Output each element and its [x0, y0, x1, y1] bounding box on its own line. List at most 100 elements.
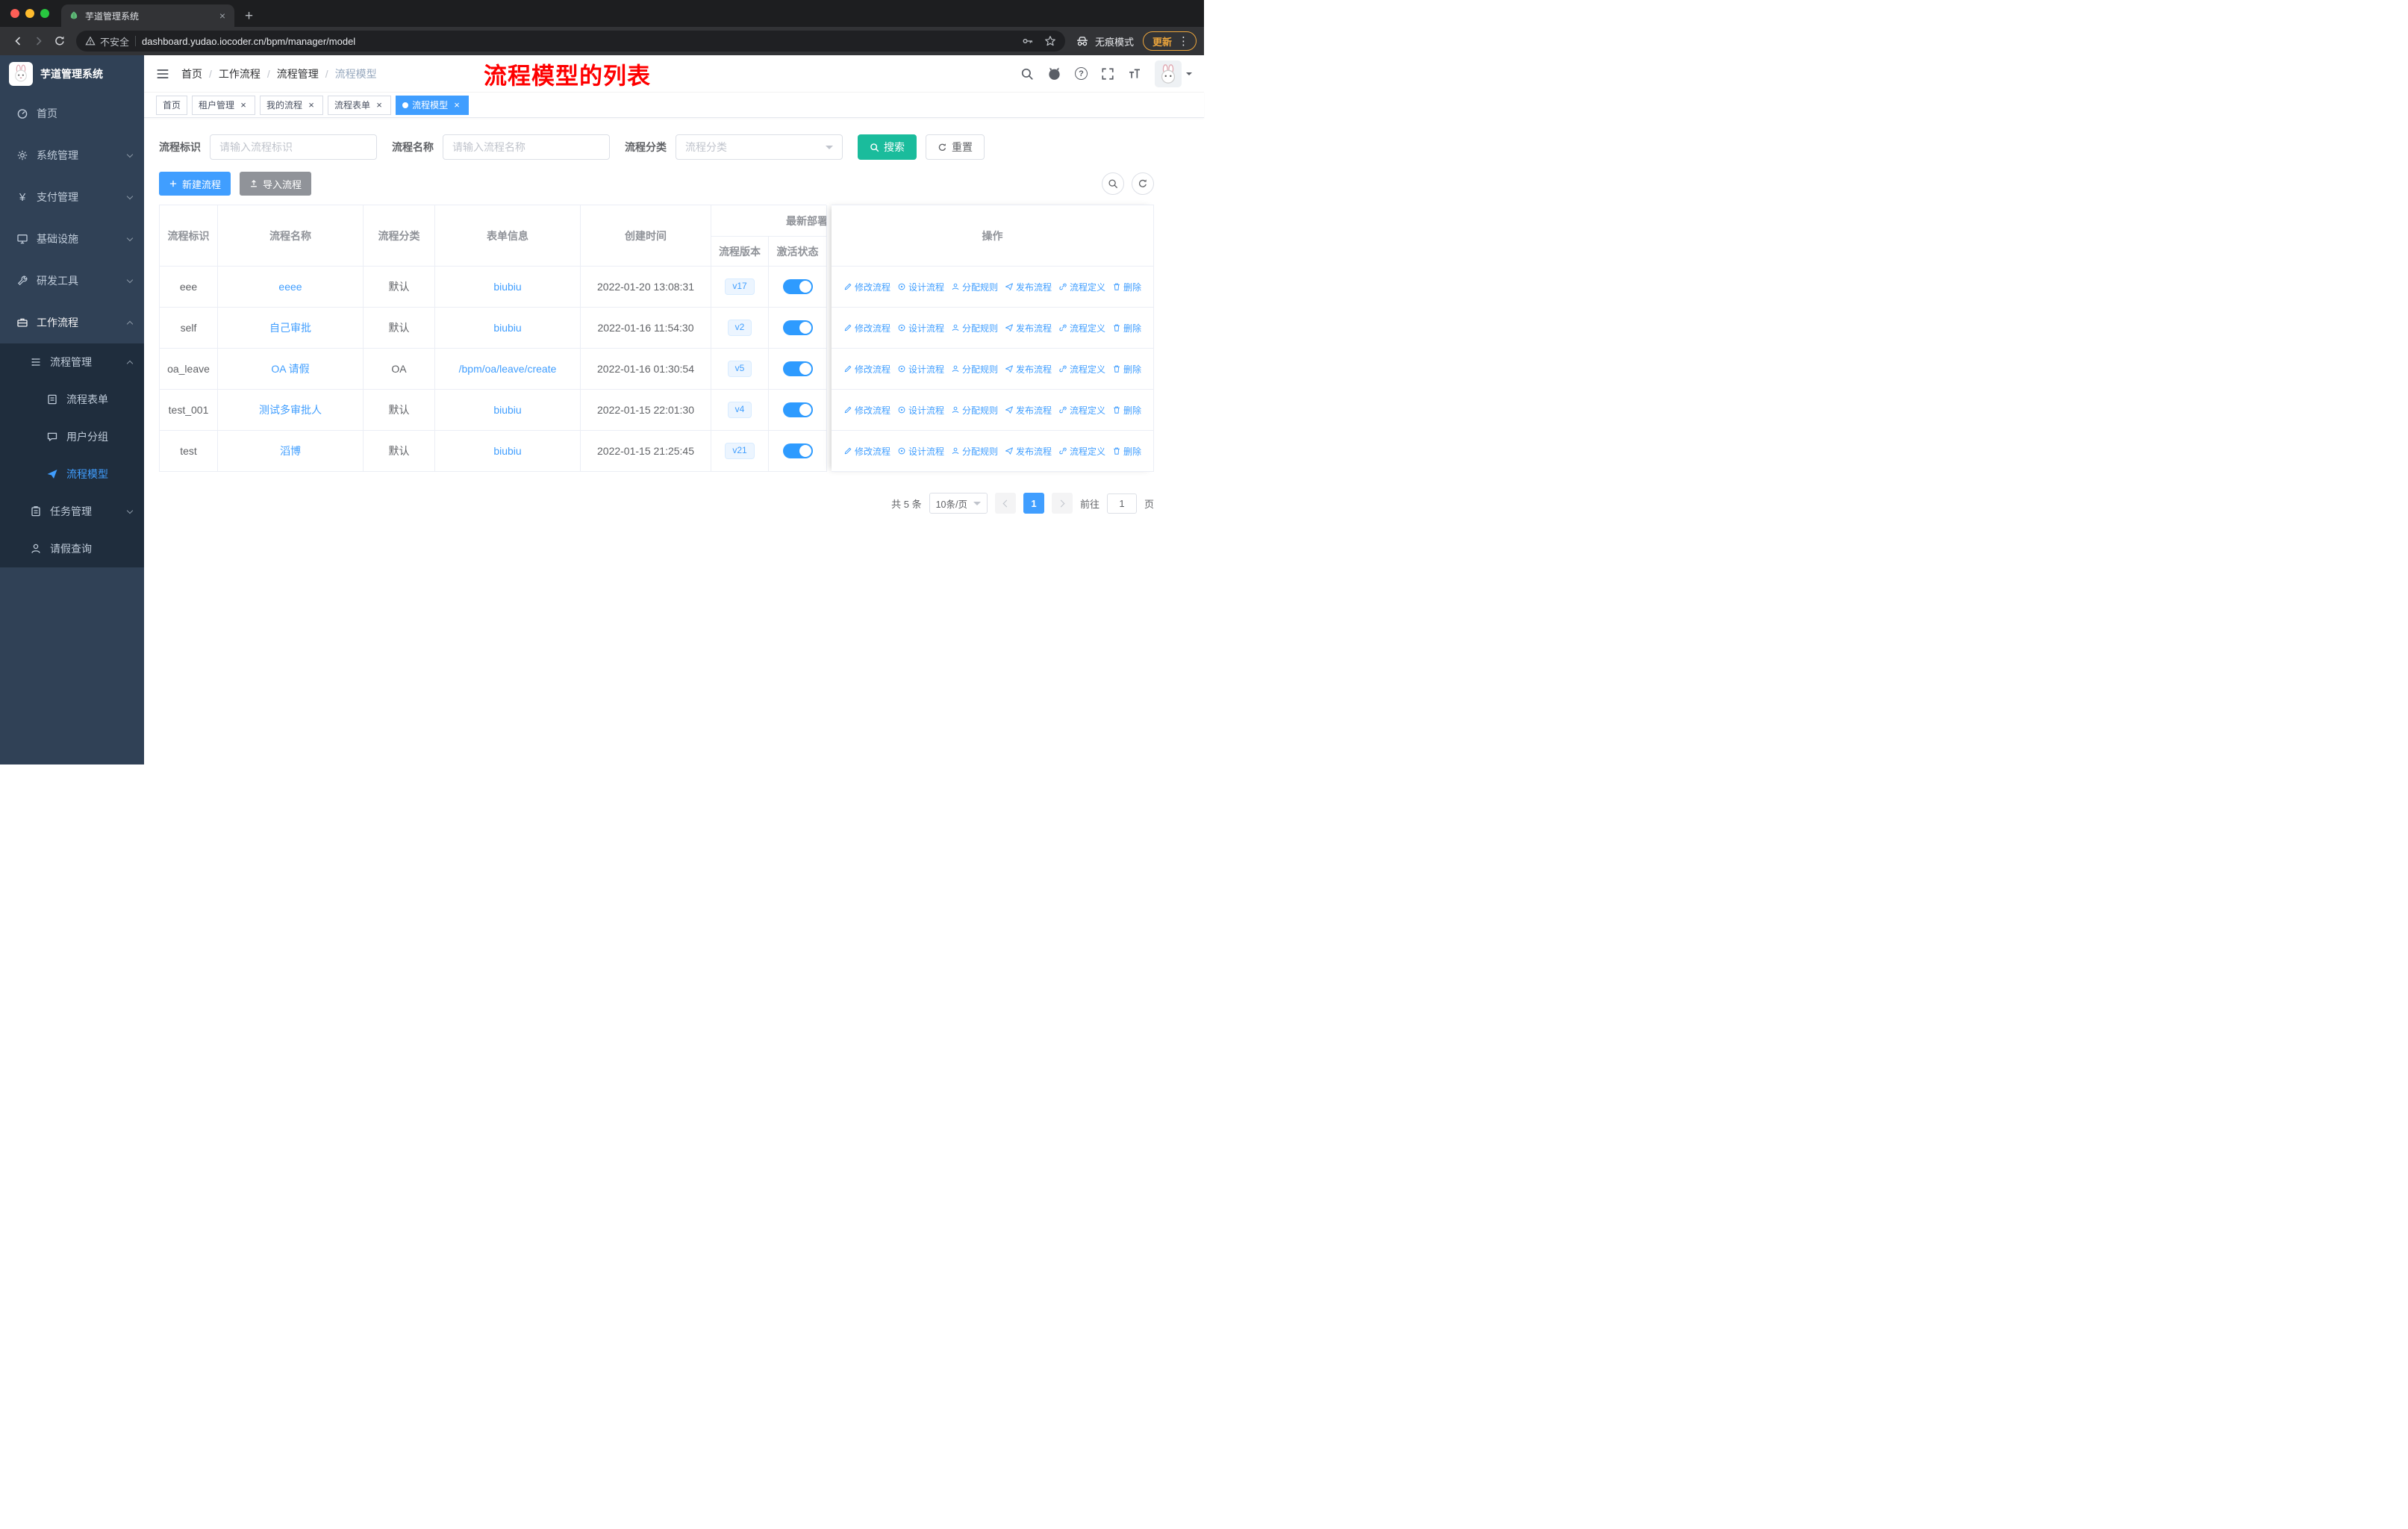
action-assign-rule[interactable]: 分配规则 [951, 322, 998, 334]
active-toggle[interactable] [782, 361, 813, 376]
action-delete[interactable]: 删除 [1112, 281, 1141, 293]
breadcrumb-item[interactable]: 工作流程 [219, 66, 261, 81]
close-window-button[interactable] [10, 9, 19, 18]
browser-tab[interactable]: 芋道管理系统 × [61, 4, 234, 27]
update-button[interactable]: 更新 ⋮ [1142, 31, 1197, 51]
page-number-1[interactable]: 1 [1023, 493, 1044, 514]
minimize-window-button[interactable] [25, 9, 34, 18]
sidebar-item-devtools[interactable]: 研发工具 [0, 260, 144, 302]
sidebar-item-workflow[interactable]: 工作流程 [0, 302, 144, 343]
refresh-table-button[interactable] [1132, 172, 1154, 195]
page-size-select[interactable]: 10条/页 [929, 493, 988, 514]
import-process-button[interactable]: 导入流程 [240, 172, 312, 196]
github-icon[interactable] [1047, 66, 1061, 81]
user-menu[interactable] [1155, 60, 1192, 87]
action-edit-process[interactable]: 修改流程 [843, 322, 890, 334]
next-page-button[interactable] [1051, 493, 1073, 514]
avatar[interactable] [1155, 60, 1182, 87]
tag-tenant[interactable]: 租户管理 × [192, 95, 256, 115]
action-edit-process[interactable]: 修改流程 [843, 404, 890, 417]
action-edit-process[interactable]: 修改流程 [843, 445, 890, 458]
tag-close-icon[interactable]: × [238, 100, 249, 110]
active-toggle[interactable] [782, 279, 813, 294]
sidebar-item-infra[interactable]: 基础设施 [0, 218, 144, 260]
process-name-input[interactable] [443, 134, 610, 160]
fullscreen-icon[interactable] [1101, 67, 1114, 81]
reload-button[interactable] [49, 31, 70, 52]
back-button[interactable] [7, 31, 28, 52]
font-size-icon[interactable] [1128, 67, 1141, 81]
action-process-definition[interactable]: 流程定义 [1058, 322, 1105, 334]
search-icon[interactable] [1020, 67, 1034, 81]
action-design-process[interactable]: 设计流程 [897, 281, 944, 293]
sidebar-item-user-group[interactable]: 用户分组 [0, 418, 144, 455]
tag-close-icon[interactable]: × [452, 100, 462, 110]
action-process-definition[interactable]: 流程定义 [1058, 445, 1105, 458]
tag-close-icon[interactable]: × [306, 100, 316, 110]
security-chip[interactable]: 不安全 [85, 34, 129, 49]
action-delete[interactable]: 删除 [1112, 322, 1141, 334]
bookmark-star-icon[interactable] [1044, 35, 1056, 47]
sidebar-item-process-form[interactable]: 流程表单 [0, 381, 144, 418]
action-edit-process[interactable]: 修改流程 [843, 281, 890, 293]
create-process-button[interactable]: 新建流程 [159, 172, 231, 196]
action-design-process[interactable]: 设计流程 [897, 445, 944, 458]
cell-form-info-link[interactable]: biubiu [435, 308, 581, 349]
sidebar-item-process-model[interactable]: 流程模型 [0, 455, 144, 493]
sidebar-logo[interactable]: 芋道管理系统 [0, 55, 144, 93]
action-delete[interactable]: 删除 [1112, 363, 1141, 376]
cell-process-name-link[interactable]: 自己审批 [218, 308, 364, 349]
maximize-window-button[interactable] [40, 9, 49, 18]
reset-button[interactable]: 重置 [926, 134, 985, 160]
cell-form-info-link[interactable]: biubiu [435, 390, 581, 431]
browser-menu-icon[interactable]: ⋮ [1176, 34, 1191, 48]
action-design-process[interactable]: 设计流程 [897, 322, 944, 334]
toggle-search-button[interactable] [1102, 172, 1124, 195]
tag-process-model[interactable]: 流程模型 × [396, 95, 470, 115]
tab-close-icon[interactable]: × [218, 10, 227, 21]
action-publish-process[interactable]: 发布流程 [1005, 404, 1052, 417]
tag-my-process[interactable]: 我的流程 × [260, 95, 324, 115]
sidebar-item-process-mgmt[interactable]: 流程管理 [0, 343, 144, 381]
cell-process-name-link[interactable]: 测试多审批人 [218, 390, 364, 431]
cell-form-info-link[interactable]: /bpm/oa/leave/create [435, 349, 581, 390]
tag-process-form[interactable]: 流程表单 × [328, 95, 392, 115]
action-process-definition[interactable]: 流程定义 [1058, 363, 1105, 376]
search-button[interactable]: 搜索 [858, 134, 917, 160]
action-assign-rule[interactable]: 分配规则 [951, 445, 998, 458]
new-tab-button[interactable]: + [245, 9, 253, 23]
breadcrumb-item[interactable]: 首页 [181, 66, 202, 81]
sidebar-item-system[interactable]: 系统管理 [0, 134, 144, 176]
tag-home[interactable]: 首页 [156, 95, 188, 115]
address-bar[interactable]: 不安全 dashboard.yudao.iocoder.cn/bpm/manag… [76, 31, 1065, 52]
active-toggle[interactable] [782, 402, 813, 417]
cell-process-name-link[interactable]: OA 请假 [218, 349, 364, 390]
action-publish-process[interactable]: 发布流程 [1005, 322, 1052, 334]
cell-process-name-link[interactable]: 滔博 [218, 431, 364, 472]
password-key-icon[interactable] [1022, 35, 1034, 47]
hamburger-icon[interactable] [156, 67, 169, 81]
breadcrumb-item[interactable]: 流程管理 [277, 66, 319, 81]
action-publish-process[interactable]: 发布流程 [1005, 363, 1052, 376]
help-icon[interactable]: ? [1075, 67, 1088, 80]
action-publish-process[interactable]: 发布流程 [1005, 445, 1052, 458]
sidebar-item-task-mgmt[interactable]: 任务管理 [0, 493, 144, 530]
cell-process-name-link[interactable]: eeee [218, 267, 364, 308]
sidebar-item-payment[interactable]: ¥ 支付管理 [0, 176, 144, 218]
goto-page-input[interactable] [1106, 493, 1137, 514]
process-key-input[interactable] [210, 134, 377, 160]
action-process-definition[interactable]: 流程定义 [1058, 404, 1105, 417]
cell-form-info-link[interactable]: biubiu [435, 267, 581, 308]
action-assign-rule[interactable]: 分配规则 [951, 363, 998, 376]
active-toggle[interactable] [782, 320, 813, 335]
action-delete[interactable]: 删除 [1112, 445, 1141, 458]
cell-form-info-link[interactable]: biubiu [435, 431, 581, 472]
active-toggle[interactable] [782, 443, 813, 458]
action-assign-rule[interactable]: 分配规则 [951, 281, 998, 293]
action-edit-process[interactable]: 修改流程 [843, 363, 890, 376]
sidebar-item-leave-query[interactable]: 请假查询 [0, 530, 144, 567]
action-delete[interactable]: 删除 [1112, 404, 1141, 417]
action-assign-rule[interactable]: 分配规则 [951, 404, 998, 417]
action-publish-process[interactable]: 发布流程 [1005, 281, 1052, 293]
prev-page-button[interactable] [994, 493, 1016, 514]
